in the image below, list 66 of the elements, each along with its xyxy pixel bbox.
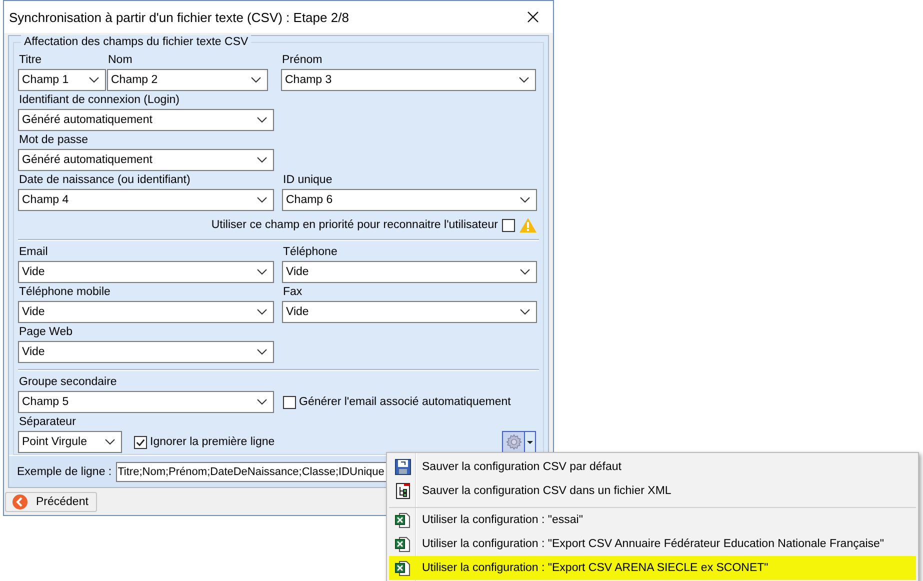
chevron-icon: [257, 269, 267, 275]
dropdown[interactable]: Champ 2: [107, 69, 268, 91]
chevron-icon: [519, 77, 529, 83]
tree-document-icon: [395, 483, 411, 499]
field-label: Date de naissance (ou identifiant): [18, 173, 192, 188]
chevron-icon: [520, 197, 530, 203]
field-label: ID unique: [282, 173, 334, 188]
chevron-icon: [520, 309, 530, 315]
chevron-icon: [257, 117, 267, 123]
menu-item[interactable]: Sauver la configuration CSV dans un fichier XML: [389, 479, 916, 503]
dropdown[interactable]: Vide: [18, 301, 274, 323]
field-label: Groupe secondaire: [18, 375, 118, 390]
dropdown[interactable]: Champ 3: [281, 69, 536, 91]
dropdown[interactable]: Vide: [282, 301, 537, 323]
previous-button[interactable]: Précédent: [5, 492, 97, 512]
field-label: Page Web: [18, 325, 74, 340]
chevron-icon: [105, 439, 115, 445]
dropdown[interactable]: Point Virgule: [18, 431, 122, 453]
spreadsheet-file-icon: [395, 512, 411, 528]
field-label: Mot de passe: [18, 133, 90, 148]
dropdown[interactable]: Vide: [18, 261, 274, 283]
dropdown[interactable]: Généré automatiquement: [18, 109, 274, 131]
settings-button[interactable]: [502, 431, 524, 453]
chevron-icon: [257, 157, 267, 163]
chevron-icon: [257, 197, 267, 203]
dropdown-arrow-button[interactable]: [524, 431, 536, 453]
dropdown[interactable]: Champ 6: [282, 189, 537, 211]
group-title: Affectation des champs du fichier texte CSV: [21, 35, 252, 49]
field-label: Titre: [18, 53, 43, 68]
field-label: Fax: [282, 285, 304, 300]
checkbox-label: Utiliser ce champ en priorité pour reconnaitre l'utilisateur: [211, 219, 498, 231]
warning-icon: [519, 217, 537, 233]
menu-item[interactable]: Utiliser la configuration : "Export CSV ARENA SIECLE ex SCONET": [389, 556, 916, 580]
chevron-icon: [520, 269, 530, 275]
field-label: Nom: [107, 53, 134, 68]
dropdown[interactable]: Généré automatiquement: [18, 149, 274, 171]
field-label: Prénom: [281, 53, 324, 68]
field-label: Téléphone mobile: [18, 285, 112, 300]
menu-item[interactable]: Utiliser la configuration : "Export CSV Annuaire Fédérateur Education Nationale Française": [389, 532, 916, 556]
checkbox[interactable]: [283, 396, 296, 408]
menu-item[interactable]: Utiliser la configuration : "essai": [389, 507, 916, 532]
caret-icon: [527, 440, 533, 444]
chevron-icon: [89, 77, 99, 83]
dropdown[interactable]: Vide: [18, 341, 274, 363]
field-label: Téléphone: [282, 245, 338, 260]
dropdown[interactable]: Vide: [282, 261, 537, 283]
field-label: Séparateur: [18, 415, 77, 430]
checkbox-label: Ignorer la première ligne: [150, 436, 275, 448]
window-title: Synchronisation à partir d'un fichier texte (CSV) : Etape 2/8: [9, 10, 349, 24]
chevron-icon: [251, 77, 261, 83]
chevron-icon: [257, 349, 267, 355]
checkbox-label: Générer l'email associé automatiquement: [299, 396, 511, 408]
field-label: Exemple de ligne :: [17, 466, 112, 478]
dropdown[interactable]: Champ 4: [18, 189, 274, 211]
field-label: Email: [18, 245, 49, 260]
dropdown[interactable]: Champ 1: [18, 69, 106, 91]
close-icon[interactable]: [527, 11, 539, 23]
spreadsheet-file-icon: [395, 560, 411, 576]
dropdown[interactable]: Champ 5: [18, 391, 274, 413]
spreadsheet-file-icon: [395, 536, 411, 552]
checkbox[interactable]: [502, 218, 515, 232]
chevron-icon: [257, 399, 267, 405]
field-label: Identifiant de connexion (Login): [18, 93, 180, 108]
chevron-icon: [257, 309, 267, 315]
checkbox[interactable]: [134, 436, 147, 448]
gear-icon: [504, 433, 522, 451]
